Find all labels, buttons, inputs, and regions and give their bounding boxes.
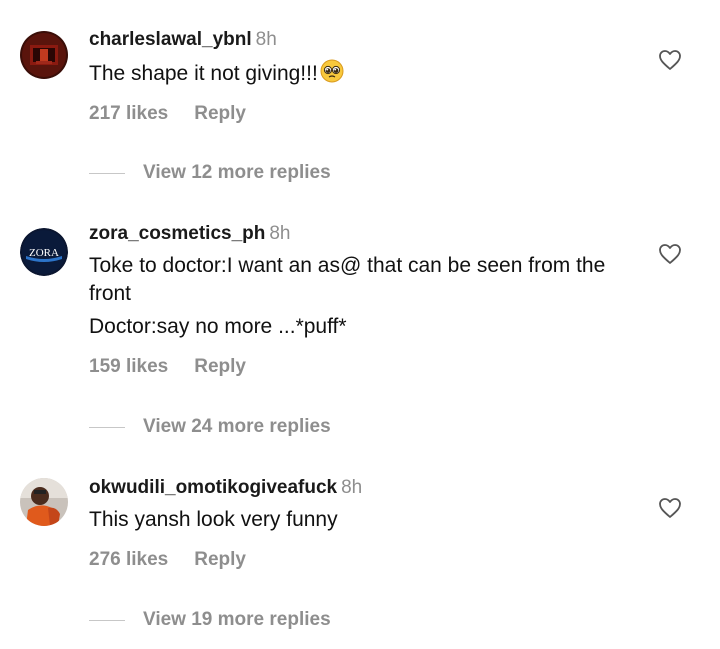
timestamp: 8h [341, 477, 363, 498]
likes-count[interactable]: 217 likes [89, 103, 168, 124]
pleading-face-emoji-icon [320, 59, 344, 83]
comment-meta: 276 likes Reply [89, 548, 650, 572]
comment-text: The shape it not giving!!! [89, 59, 650, 88]
comment-line: This yansh look very funny [89, 508, 338, 531]
avatar[interactable] [20, 31, 68, 79]
username[interactable]: zora_cosmetics_ph [89, 223, 265, 244]
timestamp: 8h [255, 29, 277, 50]
view-replies-button[interactable]: View 24 more replies [89, 415, 331, 439]
comment-meta: 159 likes Reply [89, 355, 650, 379]
view-replies-button[interactable]: View 19 more replies [89, 608, 331, 632]
avatar-text: ZORA [29, 247, 59, 259]
comment-meta: 217 likes Reply [89, 102, 650, 126]
likes-count[interactable]: 276 likes [89, 549, 168, 570]
view-replies-button[interactable]: View 12 more replies [89, 161, 331, 185]
reply-button[interactable]: Reply [194, 103, 246, 124]
view-replies-label: View 24 more replies [143, 416, 331, 437]
view-replies-label: View 19 more replies [143, 609, 331, 630]
username[interactable]: charleslawal_ybnl [89, 29, 252, 50]
likes-count[interactable]: 159 likes [89, 356, 168, 377]
reply-button[interactable]: Reply [194, 356, 246, 377]
comment-header: okwudili_omotikogiveafuck 8h [89, 476, 650, 500]
divider-line [89, 426, 125, 428]
comment-line: The shape it not giving!!! [89, 62, 318, 85]
heart-outline-icon[interactable] [658, 243, 682, 265]
reply-button[interactable]: Reply [194, 549, 246, 570]
avatar[interactable] [20, 478, 68, 526]
comment-line: Toke to doctor:I want an as@ that can be… [89, 254, 606, 305]
timestamp: 8h [269, 223, 291, 244]
comment-text: Toke to doctor:I want an as@ that can be… [89, 252, 650, 341]
comment-header: zora_cosmetics_ph 8h [89, 222, 650, 246]
view-replies-label: View 12 more replies [143, 162, 331, 183]
avatar[interactable]: ZORA [20, 228, 68, 276]
divider-line [89, 619, 125, 621]
comment-line: Doctor:say no more ...*puff* [89, 315, 347, 338]
heart-outline-icon[interactable] [658, 497, 682, 519]
heart-outline-icon[interactable] [658, 49, 682, 71]
comment-text: This yansh look very funny [89, 506, 650, 534]
username[interactable]: okwudili_omotikogiveafuck [89, 477, 337, 498]
comment-header: charleslawal_ybnl 8h [89, 28, 650, 52]
divider-line [89, 172, 125, 174]
